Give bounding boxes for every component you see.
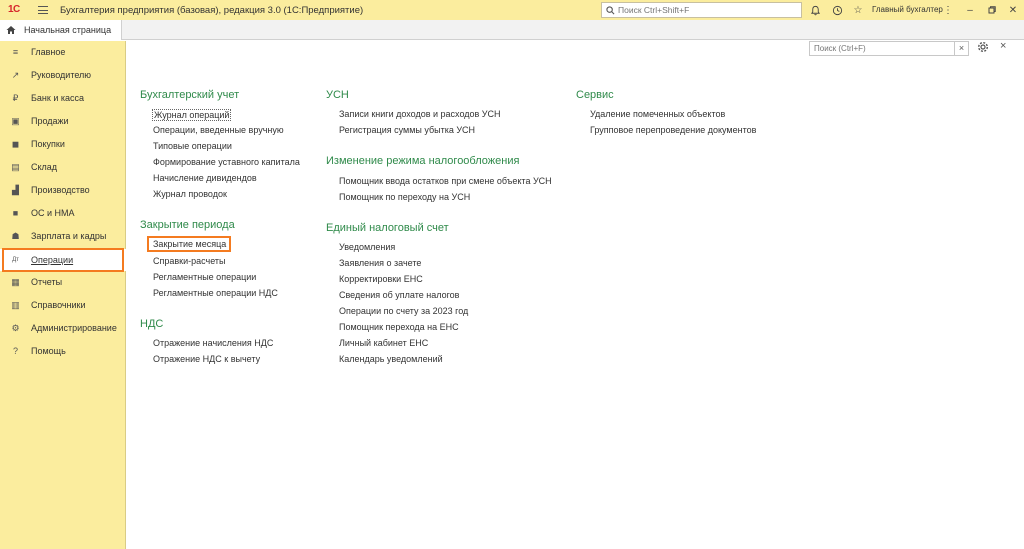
sidebar-item-label: ОС и НМА [31, 208, 75, 218]
sidebar-item-bank[interactable]: ₽ Банк и касса [0, 87, 126, 109]
sidebar-item-admin[interactable]: ⚙ Администрирование [0, 317, 126, 339]
section-title-period-close: Закрытие периода [140, 219, 235, 231]
search-icon [606, 5, 615, 14]
sidebar-item-label: Главное [31, 47, 66, 57]
report-icon: ▦ [11, 276, 20, 287]
global-search-input[interactable] [618, 5, 798, 15]
maximize-icon[interactable] [986, 4, 998, 16]
app-title: Бухгалтерия предприятия (базовая), редак… [60, 4, 364, 16]
section-title-service: Сервис [576, 89, 614, 101]
main-menu-icon[interactable] [38, 6, 48, 14]
link-ens-adjustments[interactable]: Корректировки ЕНС [339, 274, 423, 284]
sidebar-item-label: Зарплата и кадры [31, 231, 107, 241]
sidebar-item-label: Администрирование [31, 323, 117, 333]
sidebar-item-main[interactable]: ≡ Главное [0, 41, 126, 63]
global-search[interactable] [601, 2, 802, 18]
content-search-input[interactable] [814, 44, 954, 53]
truck-icon: ■ [12, 208, 19, 218]
sidebar-item-catalogs[interactable]: ▥ Справочники [0, 294, 126, 316]
factory-icon: ▟ [12, 184, 19, 195]
link-charter-capital[interactable]: Формирование уставного капитала [153, 157, 300, 167]
section-title-vat: НДС [140, 318, 164, 330]
minimize-icon[interactable]: – [964, 4, 976, 16]
link-usn-loss[interactable]: Регистрация суммы убытка УСН [339, 125, 475, 135]
sidebar-item-director[interactable]: ↗ Руководителю [0, 64, 126, 86]
link-journal-postings[interactable]: Журнал проводок [153, 189, 227, 199]
link-balance-entry-assistant[interactable]: Помощник ввода остатков при смене объект… [339, 176, 552, 186]
sidebar-item-purchases[interactable]: ◼ Покупки [0, 133, 126, 155]
link-account-2023[interactable]: Операции по счету за 2023 год [339, 306, 468, 316]
title-bar: 1С Бухгалтерия предприятия (базовая), ре… [0, 0, 1024, 20]
link-calc-certificates[interactable]: Справки-расчеты [153, 256, 226, 266]
bell-icon[interactable] [809, 4, 821, 16]
highlight-operations [2, 248, 124, 272]
close-panel-icon[interactable]: × [1000, 40, 1006, 52]
sidebar-item-salary[interactable]: ☗ Зарплата и кадры [0, 225, 126, 247]
sidebar-item-label: Покупки [31, 139, 65, 149]
sidebar-item-label: Отчеты [31, 277, 63, 287]
sidebar-item-reports[interactable]: ▦ Отчеты [0, 271, 126, 293]
link-routine-vat-operations[interactable]: Регламентные операции НДС [153, 288, 278, 298]
list-icon: ≡ [12, 47, 19, 57]
tab-home[interactable]: Начальная страница [0, 20, 122, 40]
sidebar-item-warehouse[interactable]: ▤ Склад [0, 156, 126, 178]
link-ens-cabinet[interactable]: Личный кабинет ЕНС [339, 338, 428, 348]
link-tax-payments[interactable]: Сведения об уплате налогов [339, 290, 459, 300]
user-name[interactable]: Главный бухгалтер [872, 5, 943, 14]
book-icon: ▥ [11, 299, 20, 310]
link-delete-marked[interactable]: Удаление помеченных объектов [590, 109, 725, 119]
sidebar-item-label: Склад [31, 162, 58, 172]
gear-icon: ⚙ [11, 322, 20, 333]
main-content: × × Бухгалтерский учет Журнал операций О… [126, 40, 1024, 549]
link-manual-operations[interactable]: Операции, введенные вручную [153, 125, 284, 135]
link-offset-applications[interactable]: Заявления о зачете [339, 258, 421, 268]
home-icon [6, 26, 16, 34]
link-notifications[interactable]: Уведомления [339, 242, 395, 252]
sidebar: ≡ Главное ↗ Руководителю ₽ Банк и касса ▣ Пр… [0, 41, 126, 549]
sidebar-item-label: Продажи [31, 116, 69, 126]
tab-strip: Начальная страница [0, 20, 1024, 40]
sidebar-item-label: Помощь [31, 346, 66, 356]
section-title-usn: УСН [326, 89, 349, 101]
sidebar-item-label: Справочники [31, 300, 86, 310]
link-routine-operations[interactable]: Регламентные операции [153, 272, 256, 282]
tab-home-label: Начальная страница [24, 25, 112, 35]
trend-icon: ↗ [11, 69, 20, 80]
link-usn-book[interactable]: Записи книги доходов и расходов УСН [339, 109, 501, 119]
bag-icon: ▣ [11, 115, 20, 126]
sidebar-item-label: Производство [31, 185, 90, 195]
sidebar-item-production[interactable]: ▟ Производство [0, 179, 126, 201]
sidebar-item-sales[interactable]: ▣ Продажи [0, 110, 126, 132]
link-month-close[interactable]: Закрытие месяца [153, 239, 226, 249]
link-journal-operations[interactable]: Журнал операций [152, 109, 232, 121]
ruble-icon: ₽ [12, 92, 19, 103]
menu-icon[interactable]: ⋮ [942, 4, 954, 16]
link-vat-deduction[interactable]: Отражение НДС к вычету [153, 354, 260, 364]
link-usn-transition-assistant[interactable]: Помощник по переходу на УСН [339, 192, 470, 202]
settings-icon[interactable] [977, 41, 989, 55]
sidebar-item-label: Руководителю [31, 70, 92, 80]
sidebar-item-assets[interactable]: ■ ОС и НМА [0, 202, 126, 224]
app-logo: 1С [8, 4, 20, 15]
star-icon[interactable]: ☆ [852, 4, 864, 16]
section-title-tax-mode: Изменение режима налогообложения [326, 155, 520, 167]
clear-search-icon[interactable]: × [954, 42, 968, 55]
section-title-accounting: Бухгалтерский учет [140, 89, 240, 101]
warehouse-icon: ▤ [11, 161, 20, 172]
link-typical-operations[interactable]: Типовые операции [153, 141, 232, 151]
history-icon[interactable] [831, 4, 843, 16]
content-search[interactable]: × [809, 41, 969, 56]
link-dividends[interactable]: Начисление дивидендов [153, 173, 257, 183]
help-icon: ? [12, 346, 18, 356]
link-vat-accrual[interactable]: Отражение начисления НДС [153, 338, 273, 348]
link-notification-calendar[interactable]: Календарь уведомлений [339, 354, 443, 364]
cart-icon: ◼ [11, 138, 20, 149]
section-title-ens: Единый налоговый счет [326, 222, 449, 234]
sidebar-item-help[interactable]: ? Помощь [0, 340, 126, 362]
link-ens-transition-assistant[interactable]: Помощник перехода на ЕНС [339, 322, 459, 332]
person-icon: ☗ [11, 230, 20, 241]
close-icon[interactable]: ✕ [1007, 4, 1019, 16]
sidebar-item-label: Банк и касса [31, 93, 84, 103]
link-group-reposting[interactable]: Групповое перепроведение документов [590, 125, 756, 135]
